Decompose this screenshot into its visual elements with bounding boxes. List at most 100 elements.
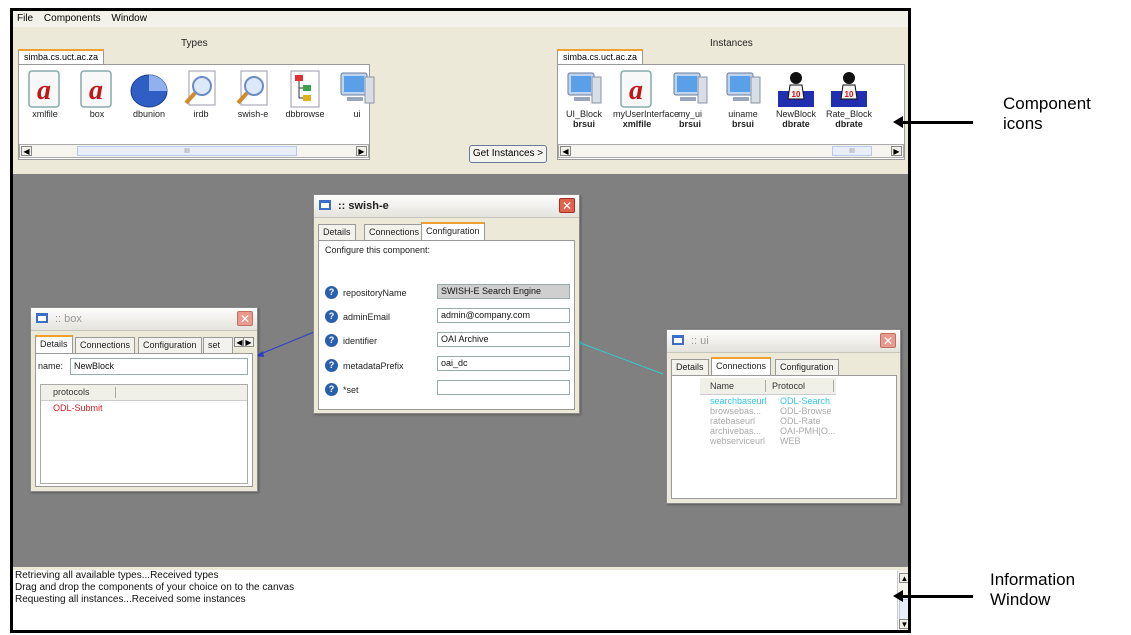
component-icon-ui-block[interactable]: UI_Block brsui [560,69,608,129]
adminemail-field[interactable]: admin@company.com [437,308,570,323]
tab-scroll-right-button[interactable]: ▶ [243,337,254,347]
icon-label: dbbrowse [285,109,325,119]
get-instances-button[interactable]: Get Instances > [469,145,547,163]
information-window: Retrieving all available types...Receive… [13,570,901,630]
connections-list: searchbaseurl ODL-Search browsebas... ODL-B… [710,396,890,446]
instances-host-tab[interactable]: simba.cs.uct.ac.za [557,49,644,64]
icon-label: UI_Block [565,109,602,119]
scroll-left-button[interactable]: ◀ [21,146,32,156]
close-icon[interactable]: ✕ [880,333,896,348]
connection-protocol: ODL-Search [780,396,831,406]
help-icon[interactable]: ? [325,286,338,299]
svg-text:a: a [629,75,643,106]
set-field[interactable] [437,380,570,395]
field-label-set: *set [343,385,359,395]
scroll-down-button[interactable]: ▼ [899,619,908,629]
menu-components[interactable]: Components [40,11,105,26]
scroll-up-button[interactable]: ▲ [899,573,908,583]
types-host-tab[interactable]: simba.cs.uct.ac.za [18,49,105,64]
swish-e-component-window[interactable]: :: swish-e ✕ Details Connections Configu… [313,194,580,414]
component-icon-myuserinterface[interactable]: a myUserInterface xmlfile [613,69,679,129]
scroll-thumb[interactable]: III [77,146,297,156]
tab-connections[interactable]: Connections [364,224,425,240]
tab-configuration[interactable]: Configuration [775,359,839,375]
instances-panel-title: Instances [710,38,753,49]
connection-row[interactable]: archivebas... OAI-PMH|O... [710,426,890,436]
icon-label: ui [353,109,361,119]
protocol-column-header[interactable]: Protocol [772,381,805,391]
identifier-field[interactable]: OAI Archive [437,332,570,347]
connection-row[interactable]: browsebas... ODL-Browse [710,406,890,416]
icon-label: dbunion [132,109,166,119]
tab-configuration[interactable]: Configuration [138,337,202,353]
repositoryname-field[interactable]: SWISH-E Search Engine [437,284,570,299]
tab-connections[interactable]: Connections [711,357,772,375]
name-column-header[interactable]: Name [710,381,734,391]
name-field[interactable]: NewBlock [70,358,248,375]
tab-set[interactable]: set [203,337,233,353]
help-icon[interactable]: ? [325,359,338,372]
component-icon-box[interactable]: a box [73,69,121,119]
scroll-right-button[interactable]: ▶ [356,146,367,156]
component-icon-my-ui[interactable]: my_ui brsui [666,69,714,129]
application-window: File Components Window Types simba.cs.uc… [10,8,911,633]
close-icon[interactable]: ✕ [237,311,253,326]
menu-bar: File Components Window [13,11,908,27]
component-icon-rate-block[interactable]: 10 Rate_Block dbrate [825,69,873,129]
types-scrollbar[interactable]: ◀ III ▶ [19,144,369,158]
scroll-right-button[interactable]: ▶ [891,146,902,156]
connection-protocol: ODL-Browse [780,406,832,416]
window-titlebar[interactable]: :: box ✕ [31,308,257,331]
field-label-metadataprefix: metadataPrefix [343,361,404,371]
component-icon-xmlfile[interactable]: a xmlfile [21,69,69,119]
help-icon[interactable]: ? [325,334,338,347]
component-icon-dbunion[interactable]: dbunion [125,69,173,119]
scroll-thumb[interactable]: III [832,146,872,156]
window-title: :: ui [691,335,709,347]
connection-row[interactable]: ratebaseurl ODL-Rate [710,416,890,426]
component-icon-ui[interactable]: ui [333,69,381,119]
tab-details[interactable]: Details [318,224,356,240]
icon-type-label: brsui [731,119,754,129]
window-titlebar[interactable]: :: swish-e ✕ [314,195,579,218]
component-icon-uiname[interactable]: uiname brsui [719,69,767,129]
info-scrollbar[interactable]: ▲ ▼ [897,571,908,630]
red-a-document-icon: a [25,69,65,109]
tab-configuration[interactable]: Configuration [421,222,485,240]
list-item[interactable]: ODL-Submit [53,403,103,413]
protocols-column-header[interactable]: protocols [53,387,90,397]
protocols-list[interactable]: protocols ODL-Submit [40,384,248,484]
icon-type-label: brsui [678,119,701,129]
menu-window[interactable]: Window [107,11,151,26]
red-a-document-icon: a [617,69,657,109]
tab-details[interactable]: Details [671,359,709,375]
component-icon-swish-e[interactable]: swish-e [229,69,277,119]
close-icon[interactable]: ✕ [559,198,575,213]
window-title: :: swish-e [338,200,389,212]
component-icon-newblock[interactable]: 10 NewBlock dbrate [772,69,820,129]
tab-connections[interactable]: Connections [75,337,136,353]
name-label: name: [38,361,64,371]
component-icon-dbbrowse[interactable]: dbbrowse [281,69,329,119]
connection-protocol: ODL-Rate [780,416,821,426]
scroll-thumb[interactable] [899,599,908,621]
connections-tab-page: Name Protocol searchbaseurl ODL-Search bro… [671,375,897,499]
icon-label: NewBlock [775,109,816,119]
component-icons-annotation: Component icons [1003,94,1091,134]
menu-file[interactable]: File [13,11,37,26]
metadataprefix-field[interactable]: oai_dc [437,356,570,371]
tab-details[interactable]: Details [35,335,73,353]
help-icon[interactable]: ? [325,310,338,323]
instances-scrollbar[interactable]: ◀ III ▶ [558,144,904,158]
help-icon[interactable]: ? [325,383,338,396]
connection-row[interactable]: searchbaseurl ODL-Search [710,396,890,406]
component-canvas[interactable]: :: swish-e ✕ Details Connections Configu… [13,174,908,567]
box-connection-line [257,331,315,356]
ui-component-window[interactable]: :: ui ✕ Details Connections Configuratio… [666,329,901,504]
connection-row[interactable]: webserviceurl WEB [710,436,890,446]
list-header-row: Name Protocol [700,378,836,395]
scroll-left-button[interactable]: ◀ [560,146,571,156]
box-component-window[interactable]: :: box ✕ Details Connections Configurati… [30,307,258,492]
component-icon-irdb[interactable]: irdb [177,69,225,119]
window-titlebar[interactable]: :: ui ✕ [667,330,900,353]
